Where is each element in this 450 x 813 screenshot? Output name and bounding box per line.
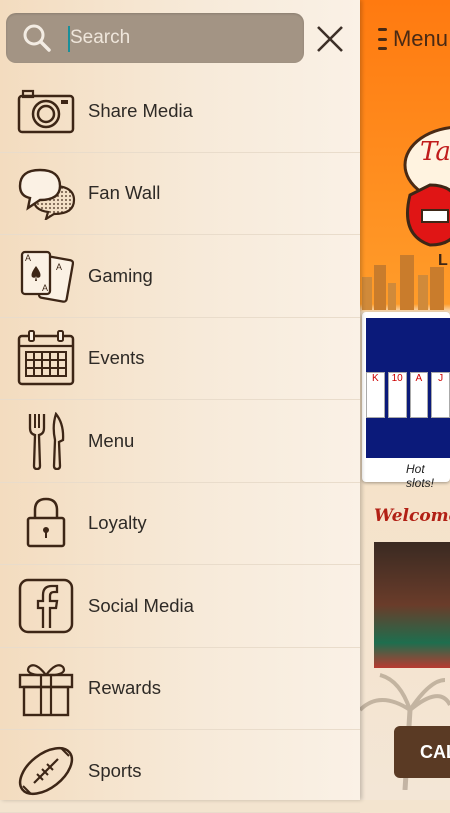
- camera-icon: [16, 81, 76, 141]
- skyline-graphic: [362, 255, 444, 310]
- menu-item-social-media[interactable]: Social Media: [0, 565, 360, 648]
- football-icon: [16, 741, 76, 801]
- svg-text:A: A: [42, 283, 48, 293]
- fork-knife-icon: [16, 411, 76, 471]
- background-menu-label: Menu: [392, 26, 448, 51]
- playing-cards-icon: A A A: [16, 246, 76, 306]
- menu-item-gaming[interactable]: A A A Gaming: [0, 235, 360, 318]
- search-box[interactable]: [6, 13, 304, 63]
- menu-item-loyalty[interactable]: Loyalty: [0, 483, 360, 565]
- call-button[interactable]: CAL: [394, 726, 450, 778]
- menu-item-label: Gaming: [88, 264, 153, 286]
- menu-item-label: Loyalty: [88, 512, 147, 534]
- menu-item-label: Fan Wall: [88, 182, 161, 204]
- menu-item-label: Sports: [88, 759, 142, 781]
- menu-item-sports[interactable]: Sports: [0, 730, 360, 813]
- text-cursor: [68, 26, 70, 52]
- gift-icon: [16, 658, 76, 718]
- menu-item-label: Rewards: [88, 677, 161, 699]
- svg-text:Ta: Ta: [420, 137, 450, 167]
- close-icon[interactable]: [314, 23, 346, 55]
- background-menu-button[interactable]: Menu: [378, 24, 448, 54]
- slot-caption: Hot slots!: [406, 462, 435, 490]
- drawer-menu-list: Share Media Fan Wall A A A Gaming Events…: [0, 70, 360, 813]
- svg-text:A: A: [25, 253, 31, 263]
- menu-item-events[interactable]: Events: [0, 318, 360, 400]
- navigation-drawer: Share Media Fan Wall A A: [0, 0, 360, 813]
- background-app: Menu Ta L K10AJ Hot slots! Welcome CAL: [360, 0, 450, 800]
- menu-item-menu[interactable]: Menu: [0, 400, 360, 483]
- restaurant-photo: [374, 542, 450, 668]
- menu-item-share-media[interactable]: Share Media: [0, 70, 360, 153]
- menu-item-label: Share Media: [88, 99, 193, 121]
- menu-item-label: Events: [88, 347, 145, 369]
- search-icon: [23, 24, 51, 52]
- search-bar: [6, 13, 352, 63]
- venue-logo: Ta L: [403, 126, 450, 269]
- svg-text:A: A: [56, 262, 62, 272]
- search-input[interactable]: [68, 17, 292, 59]
- hamburger-icon: [378, 28, 387, 50]
- menu-item-fan-wall[interactable]: Fan Wall: [0, 153, 360, 235]
- menu-item-rewards[interactable]: Rewards: [0, 648, 360, 730]
- lock-icon: [16, 493, 76, 553]
- calendar-icon: [16, 328, 76, 388]
- slot-machine-photo: K 10 A J Hot slots!: [362, 312, 450, 490]
- menu-item-label: Social Media: [88, 594, 194, 616]
- facebook-icon: [16, 576, 76, 636]
- menu-item-label: Menu: [88, 429, 135, 451]
- chat-bubbles-icon: [16, 163, 76, 223]
- welcome-heading: Welcome: [374, 506, 450, 526]
